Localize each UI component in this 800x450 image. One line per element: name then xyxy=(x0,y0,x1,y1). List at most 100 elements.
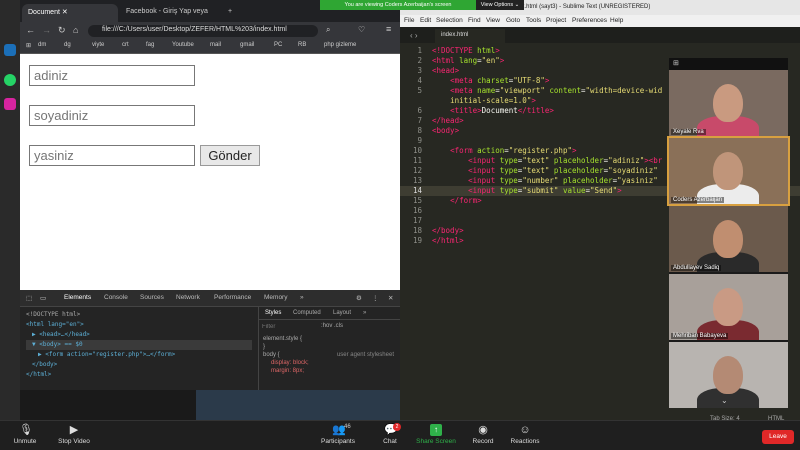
bookmark[interactable]: Youtube xyxy=(172,42,194,48)
participant-tile[interactable]: Abdullayev Sadiq xyxy=(669,206,788,272)
style-tools[interactable]: :hov .cls xyxy=(321,323,343,329)
participant-tile[interactable] xyxy=(669,342,788,408)
bookmark[interactable]: fag xyxy=(146,42,154,48)
dom-node[interactable]: ▶ <form action="register.php">…</form> xyxy=(26,350,252,360)
menu-find[interactable]: Find xyxy=(468,17,481,24)
menu-project[interactable]: Project xyxy=(546,17,566,24)
button-label: Unmute xyxy=(13,438,37,445)
app-icon[interactable] xyxy=(4,44,16,56)
menu-icon[interactable]: ≡ xyxy=(386,24,391,34)
tab-elements[interactable]: Elements xyxy=(64,294,91,301)
styles-filter-input[interactable] xyxy=(262,322,318,331)
share-screen-button[interactable]: ↑ Share Screen xyxy=(414,424,458,445)
tab-styles[interactable]: Styles xyxy=(265,310,281,316)
gallery-header: ⊞ xyxy=(669,58,788,70)
favorite-icon[interactable]: ♡ xyxy=(358,25,365,34)
back-icon[interactable]: ← xyxy=(26,25,35,35)
participant-tile-active[interactable]: Coders Azerbaijan xyxy=(667,136,790,206)
dom-node[interactable]: </body> xyxy=(26,360,252,370)
forward-icon[interactable]: → xyxy=(42,25,51,35)
button-label: Participants xyxy=(321,438,355,445)
bookmark[interactable]: mail xyxy=(210,42,221,48)
tab-performance[interactable]: Performance xyxy=(214,294,251,301)
participant-count: 46 xyxy=(344,424,351,430)
reactions-button[interactable]: ☺ Reactions xyxy=(506,424,544,445)
close-icon[interactable]: ✕ xyxy=(62,9,68,16)
code-line: <input type="text" placeholder="soyadini… xyxy=(468,166,658,175)
bookmark[interactable]: crt xyxy=(122,42,129,48)
video-panel: ⊞ Xeyale Rva Coders Azerbaijan Abdullaye… xyxy=(667,58,790,408)
dom-node[interactable]: <html lang="en"> xyxy=(26,320,252,330)
editor-tabs: ‹ › index.html xyxy=(400,27,800,43)
dom-node[interactable]: </html> xyxy=(26,370,252,380)
dom-node[interactable]: <!DOCTYPE html> xyxy=(26,310,252,320)
participants-button[interactable]: 👥 Participants xyxy=(316,424,360,445)
more-tabs-icon[interactable]: » xyxy=(363,310,366,316)
menu-view[interactable]: View xyxy=(486,17,500,24)
close-icon[interactable]: ✕ xyxy=(388,294,393,302)
line-number: 17 xyxy=(412,216,422,225)
bookmark[interactable]: dm xyxy=(38,42,46,48)
bookmark[interactable]: php gizleme xyxy=(324,42,356,48)
chevron-down-icon[interactable]: ⌄ xyxy=(721,396,728,405)
dom-node-selected[interactable]: ▼ <body> == $0 xyxy=(26,340,252,350)
tab-nav-icon[interactable]: ‹ › xyxy=(410,31,418,40)
leave-button[interactable]: Leave xyxy=(762,430,794,444)
view-options-button[interactable]: View Options ⌄ xyxy=(476,0,524,10)
whatsapp-icon[interactable] xyxy=(4,74,16,86)
bookmark[interactable]: dg xyxy=(64,42,71,48)
line-number: 14 xyxy=(412,186,422,195)
participant-name: Xeyale Rva xyxy=(671,129,706,135)
first-name-input[interactable] xyxy=(29,65,195,86)
record-button[interactable]: ◉ Record xyxy=(466,424,500,445)
style-prop: display: block; xyxy=(271,360,309,366)
menu-goto[interactable]: Goto xyxy=(506,17,520,24)
stop-video-button[interactable]: ▶ Stop Video xyxy=(52,424,96,445)
tab-facebook[interactable]: Facebook - Giriş Yap veya xyxy=(120,4,224,22)
kebab-icon[interactable]: ⋮ xyxy=(372,294,379,302)
gear-icon[interactable]: ⚙ xyxy=(356,294,362,302)
age-input[interactable] xyxy=(29,145,195,166)
share-banner: You are viewing Coders Azerbaijan's scre… xyxy=(320,0,476,10)
participant-tile[interactable]: Mehriban Babayeva xyxy=(669,274,788,340)
home-icon[interactable]: ⌂ xyxy=(73,25,78,35)
mic-muted-icon: 🎙 xyxy=(19,424,33,436)
line-number: 8 xyxy=(417,126,422,135)
new-tab-button[interactable]: + xyxy=(222,4,236,22)
device-icon[interactable]: ▭ xyxy=(40,294,46,302)
tab-layout[interactable]: Layout xyxy=(333,310,351,316)
tab-document[interactable]: Document ✕ xyxy=(22,4,118,22)
instagram-icon[interactable] xyxy=(4,98,16,110)
tab-sources[interactable]: Sources xyxy=(140,294,164,301)
gallery-view-icon[interactable]: ⊞ xyxy=(673,60,679,67)
menu-help[interactable]: Help xyxy=(610,17,623,24)
line-number: 9 xyxy=(417,136,422,145)
last-name-input[interactable] xyxy=(29,105,195,126)
unmute-button[interactable]: 🎙 Unmute xyxy=(8,424,42,445)
submit-button[interactable]: Gönder xyxy=(200,145,260,166)
tab-computed[interactable]: Computed xyxy=(293,310,321,316)
tab-memory[interactable]: Memory xyxy=(264,294,287,301)
more-tabs-icon[interactable]: » xyxy=(300,294,304,301)
button-label: Reactions xyxy=(510,438,540,445)
url-input[interactable]: file:///C:/Users/user/Desktop/ZEFER/HTML… xyxy=(88,25,318,37)
reactions-icon: ☺ xyxy=(519,424,531,436)
menu-selection[interactable]: Selection xyxy=(436,17,463,24)
menu-tools[interactable]: Tools xyxy=(526,17,541,24)
tab-console[interactable]: Console xyxy=(104,294,128,301)
menu-edit[interactable]: Edit xyxy=(420,17,431,24)
participant-tile[interactable]: Xeyale Rva xyxy=(669,70,788,136)
bookmark[interactable]: viyte xyxy=(92,42,104,48)
tab-index-html[interactable]: index.html xyxy=(435,29,505,43)
bookmark[interactable]: gmail xyxy=(240,42,254,48)
zoom-icon[interactable]: ⌕ xyxy=(326,25,330,35)
reload-icon[interactable]: ↻ xyxy=(58,25,66,36)
dom-node[interactable]: ▶ <head>…</head> xyxy=(26,330,252,340)
inspect-icon[interactable]: ⬚ xyxy=(26,294,32,302)
bookmark[interactable]: PC xyxy=(274,42,282,48)
menu-preferences[interactable]: Preferences xyxy=(572,17,607,24)
tab-network[interactable]: Network xyxy=(176,294,200,301)
bookmark[interactable]: RB xyxy=(298,42,306,48)
apps-icon[interactable]: ⊞ xyxy=(26,42,31,49)
menu-file[interactable]: File xyxy=(404,17,414,24)
